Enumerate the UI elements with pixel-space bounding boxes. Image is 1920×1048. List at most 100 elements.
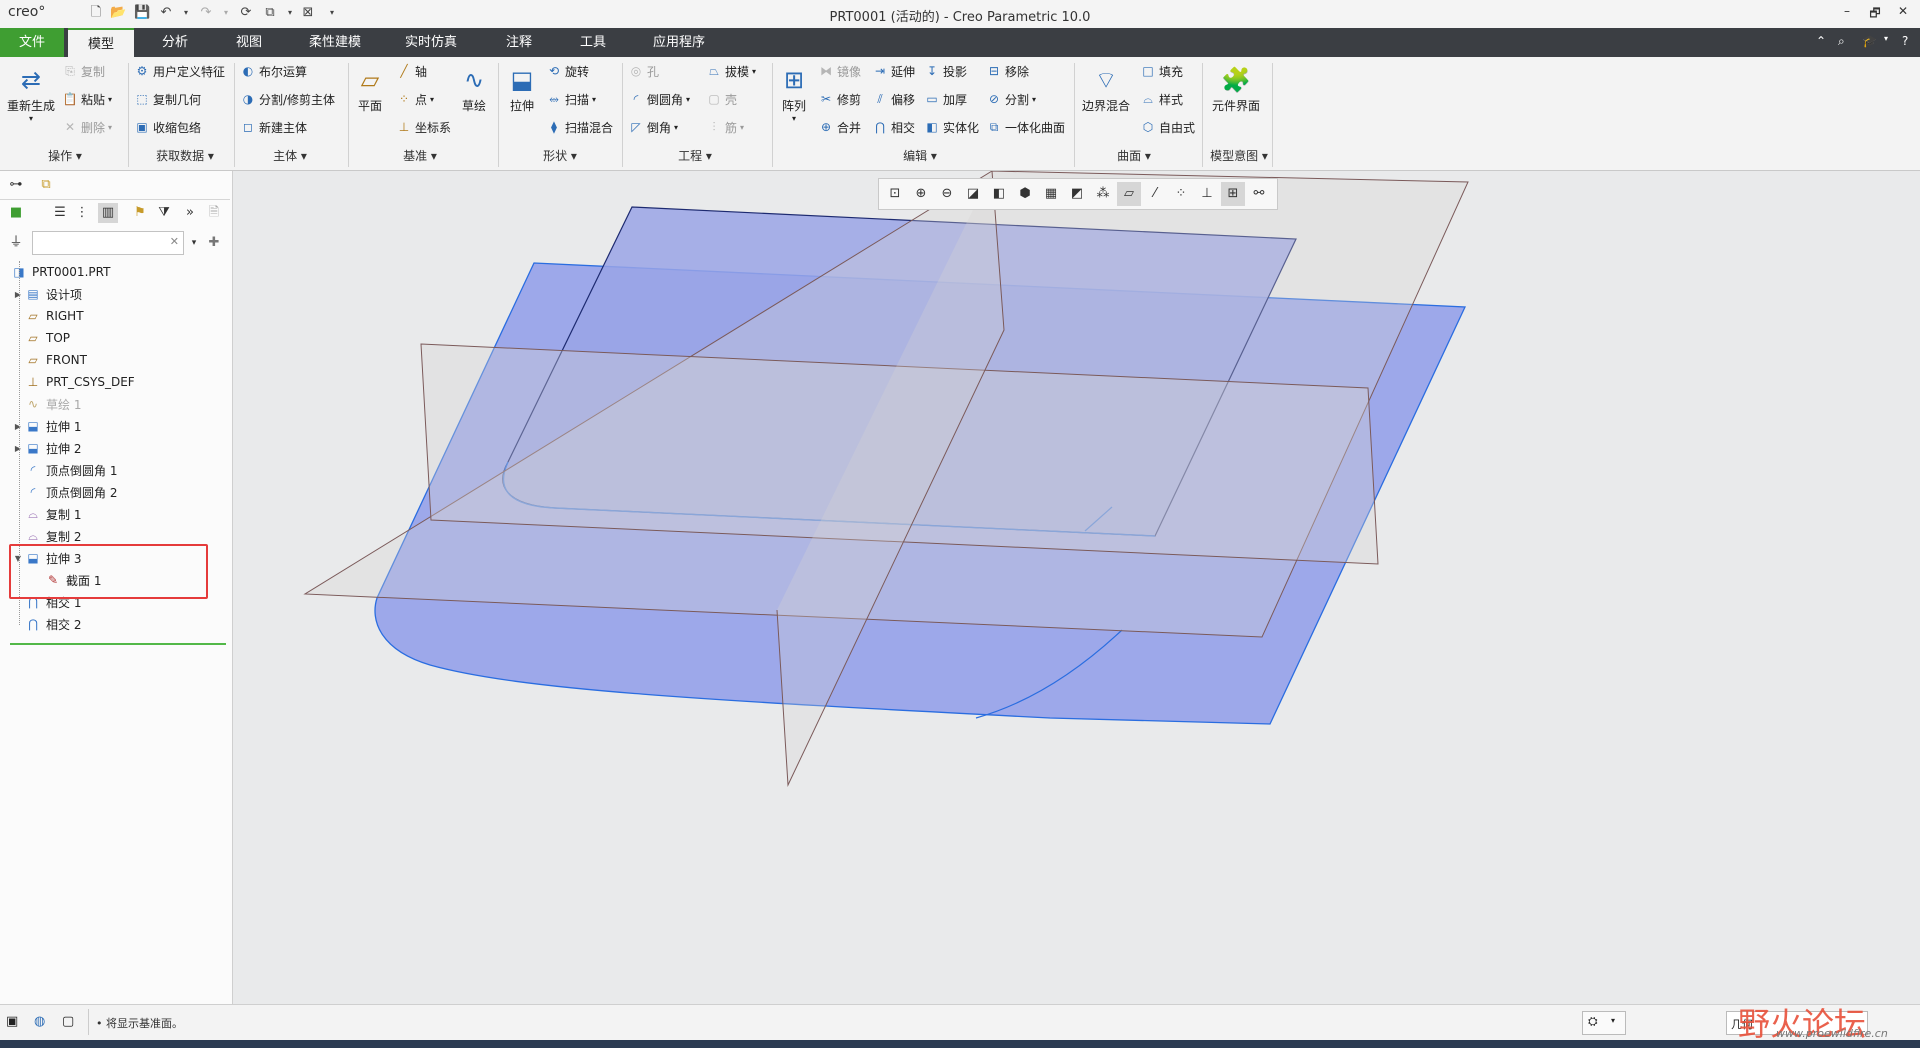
group-engineering[interactable]: 工程 ▾	[655, 147, 735, 165]
tree-settings-icon[interactable]: ⚑	[130, 203, 150, 223]
tab-analysis[interactable]: 分析	[140, 28, 210, 57]
tree-item-front[interactable]: ▱ FRONT	[0, 349, 230, 371]
group-shapes[interactable]: 形状 ▾	[520, 147, 600, 165]
pattern-button[interactable]: ⊞ 阵列 ▾	[776, 63, 812, 123]
minimize-button[interactable]: –	[1836, 4, 1858, 22]
sweep-button[interactable]: ⥈ 扫描 ▾	[546, 89, 596, 109]
chamfer-button[interactable]: ◸ 倒角 ▾	[628, 117, 678, 137]
extrude-button[interactable]: ⬓ 拉伸	[502, 63, 542, 114]
swept-blend-button[interactable]: ⧫ 扫描混合	[546, 117, 613, 137]
repaint-icon[interactable]: ◪	[961, 182, 985, 206]
expand-arrow-icon[interactable]: ▶	[12, 422, 24, 431]
filter-icon[interactable]: ⏚	[6, 233, 26, 253]
tab-applications[interactable]: 应用程序	[634, 28, 724, 57]
tab-file[interactable]: 文件	[0, 28, 64, 57]
axis-display-icon[interactable]: ⁄	[1143, 182, 1167, 206]
tree-item-intersect-2[interactable]: ⋂ 相交 2	[0, 613, 230, 635]
annotation-display-icon[interactable]: ⁂	[1091, 182, 1115, 206]
delete-button[interactable]: ✕ 删除 ▾	[62, 117, 112, 137]
learning-dropdown-icon[interactable]: ▾	[1884, 34, 1888, 43]
freestyle-button[interactable]: ⬡ 自由式	[1140, 117, 1195, 137]
saved-orientations-icon[interactable]: ⬢	[1013, 182, 1037, 206]
new-body-button[interactable]: ◻ 新建主体	[240, 117, 307, 137]
tab-annotate[interactable]: 注释	[484, 28, 554, 57]
tree-root[interactable]: ◨ PRT0001.PRT	[0, 261, 230, 283]
tree-item-right[interactable]: ▱ RIGHT	[0, 305, 230, 327]
paste-button[interactable]: 📋 粘贴 ▾	[62, 89, 113, 109]
tree-notes-icon[interactable]: 🗎	[204, 203, 224, 223]
merge-button[interactable]: ⊕ 合并	[818, 117, 861, 137]
layer-tree-tab-icon[interactable]: ⧉	[36, 175, 56, 195]
clear-search-icon[interactable]: ✕	[170, 235, 179, 248]
tree-item-top[interactable]: ▱ TOP	[0, 327, 230, 349]
expand-arrow-icon[interactable]: ▶	[12, 444, 24, 453]
remove-button[interactable]: ⊟ 移除	[986, 61, 1029, 81]
add-filter-icon[interactable]: ✚	[204, 233, 224, 253]
find-button[interactable]: ⛭ ▾	[1582, 1011, 1626, 1035]
tree-item-csys[interactable]: ⊥ PRT_CSYS_DEF	[0, 371, 230, 393]
component-interface-button[interactable]: 🧩 元件界面	[1206, 63, 1266, 114]
draft-button[interactable]: ⏢ 拔模 ▾	[706, 61, 756, 81]
expand-arrow-icon[interactable]: ▶	[12, 290, 24, 299]
copy-geometry-button[interactable]: ⬚ 复制几何	[134, 89, 201, 109]
tree-item-sketch-1[interactable]: ∿ 草绘 1	[0, 393, 230, 415]
tree-list-icon[interactable]: ☰	[50, 203, 70, 223]
search-icon[interactable]: ⌕	[1838, 34, 1845, 49]
tree-columns-icon[interactable]: ▥	[98, 203, 118, 223]
refit-icon[interactable]: ⊡	[883, 182, 907, 206]
tree-filter-settings-icon[interactable]: ⧩	[154, 203, 174, 223]
solidify-button[interactable]: ◧ 实体化	[924, 117, 979, 137]
annotation-toggle-icon[interactable]: ⚯	[1247, 182, 1271, 206]
tree-item-extrude-1[interactable]: ▶ ⬓ 拉伸 1	[0, 415, 230, 437]
tab-tools[interactable]: 工具	[558, 28, 628, 57]
tree-item-extrude-2[interactable]: ▶ ⬓ 拉伸 2	[0, 437, 230, 459]
group-editing[interactable]: 编辑 ▾	[880, 147, 960, 165]
project-button[interactable]: ↧ 投影	[924, 61, 967, 81]
group-model-intent[interactable]: 模型意图 ▾	[1204, 147, 1274, 165]
close-button[interactable]: ✕	[1892, 4, 1914, 22]
point-display-icon[interactable]: ⁘	[1169, 182, 1193, 206]
boolean-button[interactable]: ◐ 布尔运算	[240, 61, 307, 81]
unify-surface-button[interactable]: ⧉ 一体化曲面	[986, 117, 1065, 137]
tree-item-design-items[interactable]: ▶ ▤ 设计项	[0, 283, 230, 305]
round-button[interactable]: ◜ 倒圆角 ▾	[628, 89, 690, 109]
model-tree-tab-icon[interactable]: ⊶	[6, 175, 26, 195]
split-button[interactable]: ⊘ 分割 ▾	[986, 89, 1036, 109]
fill-button[interactable]: □ 填充	[1140, 61, 1183, 81]
csys-button[interactable]: ⊥ 坐标系	[396, 117, 451, 137]
browser-icon[interactable]: ◍	[34, 1014, 45, 1029]
graphics-window[interactable]	[233, 171, 1920, 1004]
csys-display-icon[interactable]: ⊥	[1195, 182, 1219, 206]
group-operations[interactable]: 操作 ▾	[30, 147, 100, 165]
group-body[interactable]: 主体 ▾	[250, 147, 330, 165]
group-datum[interactable]: 基准 ▾	[380, 147, 460, 165]
point-button[interactable]: ⁘ 点 ▾	[396, 89, 434, 109]
zoom-out-icon[interactable]: ⊖	[935, 182, 959, 206]
tab-live-simulation[interactable]: 实时仿真	[386, 28, 476, 57]
help-icon[interactable]: ?	[1902, 34, 1908, 48]
perspective-view-icon[interactable]: ◩	[1065, 182, 1089, 206]
learning-icon[interactable]: 🎓	[1862, 34, 1877, 48]
regenerate-button[interactable]: ⇄ 重新生成 ▾	[6, 63, 56, 123]
spin-center-icon[interactable]: ⊞	[1221, 182, 1245, 206]
mirror-button[interactable]: ⧓ 镜像	[818, 61, 861, 81]
zoom-in-icon[interactable]: ⊕	[909, 182, 933, 206]
plane-button[interactable]: ▱ 平面	[350, 63, 390, 114]
group-get-data[interactable]: 获取数据 ▾	[140, 147, 230, 165]
collapse-ribbon-icon[interactable]: ⌃	[1816, 34, 1826, 48]
offset-button[interactable]: ⫽ 偏移	[872, 89, 915, 109]
more-icon[interactable]: »	[180, 203, 200, 223]
split-trim-body-button[interactable]: ◑ 分割/修剪主体	[240, 89, 335, 109]
udf-button[interactable]: ⚙ 用户定义特征	[134, 61, 225, 81]
axis-button[interactable]: ╱ 轴	[396, 61, 427, 81]
tab-model[interactable]: 模型	[68, 28, 134, 57]
tree-collapse-icon[interactable]: ⋮	[72, 203, 92, 223]
toggle-navigator-icon[interactable]: ▣	[6, 1014, 18, 1029]
tree-item-vertex-round-1[interactable]: ◜ 顶点倒圆角 1	[0, 459, 230, 481]
plane-display-icon[interactable]: ▱	[1117, 182, 1141, 206]
copy-button[interactable]: ⎘ 复制	[62, 61, 105, 81]
boundary-blend-button[interactable]: ⌔ 边界混合	[1078, 63, 1134, 114]
tab-flexible-modeling[interactable]: 柔性建模	[290, 28, 380, 57]
model-icon[interactable]: ■	[6, 203, 26, 223]
tree-item-vertex-round-2[interactable]: ◜ 顶点倒圆角 2	[0, 481, 230, 503]
